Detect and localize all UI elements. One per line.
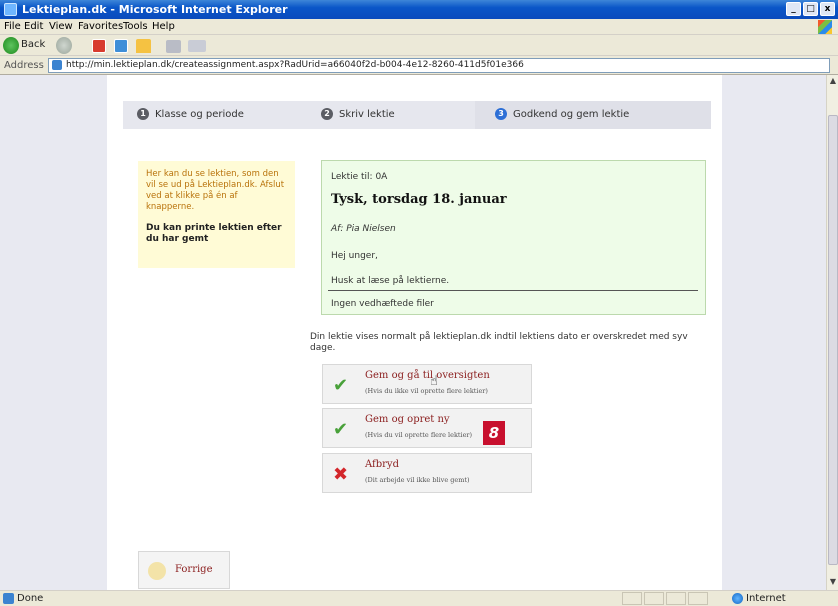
menu-edit[interactable]: Edit — [24, 21, 43, 32]
cross-icon: ✖ — [333, 464, 349, 485]
info-bold-text: Du kan printe lektien efter du har gemt — [146, 223, 282, 244]
checkmark-icon: ✔ — [333, 375, 349, 396]
back-arrow-icon[interactable] — [3, 37, 19, 54]
address-input[interactable]: http://min.lektieplan.dk/createassignmen… — [48, 58, 830, 73]
step-approve-save: 3 Godkend og gem lektie — [495, 108, 629, 120]
menu-file[interactable]: File — [4, 21, 21, 32]
stop-icon[interactable] — [92, 39, 106, 53]
step-badge: 8 — [483, 421, 505, 445]
status-cell — [622, 592, 642, 605]
status-cell — [644, 592, 664, 605]
security-zone: Internet — [746, 593, 786, 604]
back-button[interactable]: Back — [21, 39, 45, 56]
menu-view[interactable]: View — [49, 21, 73, 32]
button-label: Gem og opret ny — [365, 414, 450, 425]
step-number: 3 — [495, 108, 507, 120]
windows-logo-icon — [818, 20, 832, 34]
print-icon[interactable] — [166, 40, 181, 53]
page-icon — [3, 593, 14, 604]
step-label: Klasse og periode — [155, 108, 244, 120]
menu-help[interactable]: Help — [152, 21, 175, 32]
forward-arrow-icon[interactable] — [56, 37, 72, 54]
scroll-thumb[interactable] — [828, 115, 838, 565]
status-text: Done — [17, 593, 44, 604]
button-hint: (Hvis du vil oprette flere lektier) — [365, 431, 473, 439]
close-button[interactable]: x — [820, 2, 835, 16]
minimize-button[interactable]: _ — [786, 2, 801, 16]
ie-icon — [4, 3, 17, 16]
edit-icon[interactable] — [188, 40, 206, 52]
status-bar: Done Internet — [0, 590, 838, 606]
globe-icon — [732, 593, 743, 604]
status-cells — [622, 592, 708, 605]
address-label: Address — [4, 60, 44, 71]
step-label: Godkend og gem lektie — [513, 108, 630, 120]
lesson-recipient: Lektie til: 0A — [331, 172, 388, 182]
lesson-greeting: Hej unger, — [331, 251, 378, 261]
button-label: Gem og gå til oversigten — [365, 370, 490, 381]
scroll-down-icon[interactable]: ▼ — [828, 577, 838, 589]
left-margin — [0, 75, 107, 590]
page-viewport: 1 Klasse og periode 2 Skriv lektie 3 God… — [0, 75, 838, 590]
address-bar: Address http://min.lektieplan.dk/createa… — [0, 56, 838, 75]
back-arrow-icon — [148, 562, 166, 580]
menu-tools[interactable]: Tools — [123, 21, 148, 32]
vertical-scrollbar[interactable]: ▲ ▼ — [826, 75, 838, 590]
lesson-preview: Lektie til: 0A Tysk, torsdag 18. januar … — [321, 160, 706, 315]
checkmark-icon: ✔ — [333, 419, 349, 440]
status-cell — [666, 592, 686, 605]
button-hint: (Hvis du ikke vil oprette flere lektier) — [365, 387, 488, 395]
address-url: http://min.lektieplan.dk/createassignmen… — [66, 60, 524, 70]
save-and-overview-button[interactable]: ✔ Gem og gå til oversigten (Hvis du ikke… — [322, 364, 532, 404]
hand-cursor-icon: ☝ — [430, 374, 438, 389]
button-hint: (Dit arbejde vil ikke blive gemt) — [365, 476, 470, 484]
maximize-button[interactable]: □ — [803, 2, 818, 16]
button-label: Forrige — [175, 564, 213, 575]
info-box: Her kan du se lektien, som den vil se ud… — [138, 161, 295, 268]
refresh-icon[interactable] — [114, 39, 128, 53]
step-class-period[interactable]: 1 Klasse og periode — [137, 108, 244, 120]
cancel-button[interactable]: ✖ Afbryd (Dit arbejde vil ikke blive gem… — [322, 453, 532, 493]
lesson-body: Husk at læse på lektierne. — [331, 276, 450, 286]
page-icon — [52, 60, 62, 70]
scroll-up-icon[interactable]: ▲ — [828, 76, 838, 88]
window-title: Lektieplan.dk - Microsoft Internet Explo… — [22, 3, 288, 16]
previous-button[interactable]: Forrige — [138, 551, 230, 589]
info-text: Her kan du se lektien, som den vil se ud… — [146, 169, 285, 212]
button-label: Afbryd — [365, 459, 399, 470]
window-titlebar: Lektieplan.dk - Microsoft Internet Explo… — [0, 0, 838, 19]
step-number: 2 — [321, 108, 333, 120]
lesson-attachments: Ingen vedhæftede filer — [331, 299, 434, 309]
step-write-lesson[interactable]: 2 Skriv lektie — [321, 108, 395, 120]
visibility-note: Din lektie vises normalt på lektieplan.d… — [310, 332, 688, 353]
toolbar: Back — [0, 35, 838, 56]
right-margin — [722, 75, 826, 590]
step-number: 1 — [137, 108, 149, 120]
lesson-author: Af: Pia Nielsen — [331, 224, 396, 234]
step-bar: 1 Klasse og periode 2 Skriv lektie 3 God… — [123, 101, 711, 129]
lesson-title: Tysk, torsdag 18. januar — [331, 192, 507, 207]
step-label: Skriv lektie — [339, 108, 395, 120]
status-cell — [688, 592, 708, 605]
home-icon[interactable] — [136, 39, 151, 53]
divider — [328, 290, 698, 291]
menu-favorites[interactable]: Favorites — [78, 21, 123, 32]
menu-bar: File Edit View Favorites Tools Help — [0, 19, 838, 35]
window-controls: _ □ x — [786, 2, 835, 16]
